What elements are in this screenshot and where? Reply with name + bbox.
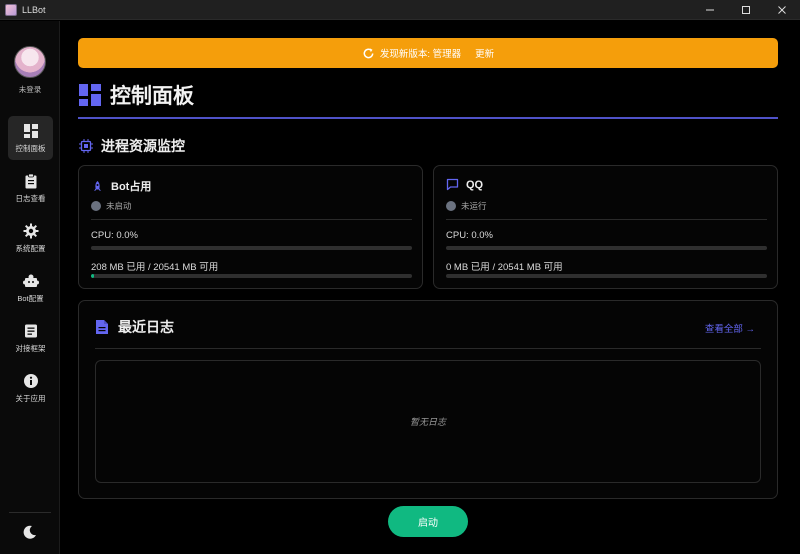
start-button[interactable]: 启动 — [388, 506, 468, 537]
card-divider — [446, 219, 767, 220]
sidebar-divider — [9, 512, 51, 513]
section-title: 进程资源监控 — [101, 138, 185, 154]
card-header: Bot占用 — [91, 178, 151, 194]
recent-logs-card: 最近日志 查看全部 → 暂无日志 — [78, 300, 778, 499]
gear-icon — [23, 223, 38, 238]
sidebar-item-about[interactable]: 关于应用 — [8, 366, 53, 410]
sidebar-item-label: 控制面板 — [15, 143, 46, 153]
dashboard-icon — [23, 123, 38, 138]
cpu-usage-bar — [91, 246, 412, 250]
memory-usage-text: 208 MB 已用 / 20541 MB 可用 — [91, 262, 219, 273]
avatar[interactable] — [14, 46, 46, 78]
maximize-icon — [742, 6, 750, 14]
card-divider — [91, 219, 412, 220]
update-banner[interactable]: 发现新版本: 管理器 更新 — [78, 38, 778, 68]
card-title: Bot占用 — [111, 181, 152, 193]
minimize-icon — [706, 9, 714, 11]
maximize-button[interactable] — [728, 0, 764, 20]
status-dot — [91, 201, 101, 211]
card-title: QQ — [466, 178, 484, 191]
sidebar-item-label: 日志查看 — [15, 193, 46, 203]
cpu-usage-text: CPU: 0.0% — [446, 230, 493, 241]
card-divider — [95, 348, 761, 349]
app-icon — [5, 3, 17, 16]
puzzle-icon — [22, 274, 39, 287]
sidebar-item-label: 关于应用 — [15, 393, 46, 403]
card-title: 最近日志 — [118, 319, 174, 335]
sidebar-item-dashboard[interactable]: 控制面板 — [8, 116, 53, 160]
sidebar-item-bot-config[interactable]: Bot配置 — [8, 266, 53, 310]
cpu-usage-bar — [446, 246, 767, 250]
list-doc-icon — [24, 324, 37, 337]
close-icon — [778, 6, 786, 14]
cpu-usage-text: CPU: 0.0% — [91, 230, 138, 241]
window-controls — [692, 0, 800, 20]
moon-icon[interactable] — [22, 524, 38, 540]
qq-resource-card: QQ 未运行 CPU: 0.0% 0 MB 已用 / 20541 MB 可用 — [433, 165, 778, 289]
window-title: LLBot — [22, 4, 46, 15]
sidebar-item-system-config[interactable]: 系统配置 — [8, 216, 53, 260]
sidebar: 未登录 控制面板 日志查看 系统配置 Bot配置 对接框架 关于应用 — [0, 21, 60, 554]
log-list[interactable]: 暂无日志 — [95, 360, 761, 483]
card-header: QQ — [446, 178, 483, 191]
status-dot — [446, 201, 456, 211]
memory-usage-bar — [91, 274, 412, 278]
memory-usage-bar — [446, 274, 767, 278]
sidebar-item-label: 系统配置 — [15, 243, 46, 253]
status-text: 未运行 — [461, 201, 487, 211]
view-all-logs-link[interactable]: 查看全部 → — [705, 321, 755, 335]
update-link[interactable]: 更新 — [475, 46, 494, 60]
section-header: 进程资源监控 — [78, 136, 185, 156]
document-icon — [96, 320, 108, 334]
sidebar-item-logs[interactable]: 日志查看 — [8, 166, 53, 210]
sidebar-item-framework[interactable]: 对接框架 — [8, 316, 53, 360]
refresh-icon — [363, 47, 374, 58]
update-banner-text: 发现新版本: 管理器 — [379, 49, 462, 60]
clipboard-icon — [25, 173, 36, 188]
memory-usage-text: 0 MB 已用 / 20541 MB 可用 — [446, 262, 563, 273]
info-icon — [23, 373, 38, 388]
qq-status: 未运行 — [446, 200, 487, 212]
close-button[interactable] — [764, 0, 800, 20]
page-title: 控制面板 — [110, 85, 194, 108]
minimize-button[interactable] — [692, 0, 728, 20]
bot-status: 未启动 — [91, 200, 132, 212]
rocket-icon — [94, 180, 101, 191]
title-bar: LLBot — [0, 0, 800, 20]
status-text: 未启动 — [106, 201, 132, 211]
user-status-label: 未登录 — [18, 85, 42, 94]
page-header: 控制面板 — [78, 80, 194, 110]
sidebar-item-label: 对接框架 — [15, 343, 46, 353]
cpu-chip-icon — [79, 139, 93, 153]
dashboard-icon — [79, 84, 101, 106]
card-header: 最近日志 — [95, 317, 174, 337]
bot-resource-card: Bot占用 未启动 CPU: 0.0% 208 MB 已用 / 20541 MB… — [78, 165, 423, 289]
memory-usage-fill — [91, 274, 95, 278]
title-divider — [78, 117, 778, 119]
chat-bubble-icon — [446, 178, 459, 191]
empty-logs-message: 暂无日志 — [409, 417, 446, 427]
sidebar-item-label: Bot配置 — [17, 293, 44, 303]
